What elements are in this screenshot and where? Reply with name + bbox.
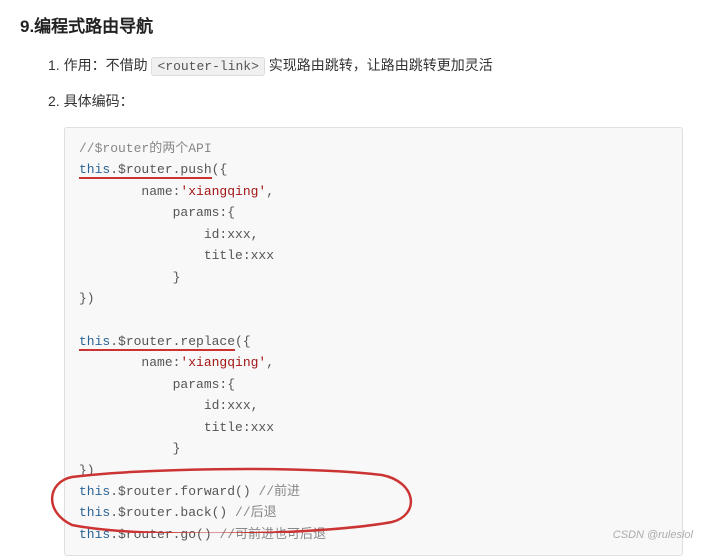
code-text: }: [79, 270, 180, 285]
code-keyword: this: [79, 484, 110, 499]
item1-prefix: 1. 作用：不借助: [48, 57, 151, 73]
code-text: params:{: [79, 377, 235, 392]
code-text: title:xxx: [79, 248, 274, 263]
item1-suffix: 实现路由跳转，让路由跳转更加灵活: [265, 57, 493, 73]
code-comment: //后退: [235, 505, 277, 520]
code-text: .$router.forward(): [110, 484, 258, 499]
code-text: .$router.replace: [110, 334, 235, 349]
watermark: CSDN @ruleslol: [613, 529, 693, 541]
code-text: params:{: [79, 205, 235, 220]
code-string: 'xiangqing': [180, 355, 266, 370]
code-text: name:: [79, 184, 180, 199]
code-text: .$router.go(): [110, 527, 219, 542]
code-text: ({: [235, 334, 251, 349]
code-text: name:: [79, 355, 180, 370]
list-item-2: 2. 具体编码：: [48, 91, 683, 111]
code-string: 'xiangqing': [180, 184, 266, 199]
code-block: //$router的两个API this.$router.push({ name…: [64, 127, 683, 556]
code-comment: //前进: [258, 484, 300, 499]
code-text: title:xxx: [79, 420, 274, 435]
list-item-1: 1. 作用：不借助 <router-link> 实现路由跳转，让路由跳转更加灵活: [48, 55, 683, 75]
code-comment: //可前进也可后退: [219, 527, 326, 542]
code-keyword: this: [79, 162, 110, 177]
inline-code-router-link: <router-link>: [151, 57, 264, 76]
code-comment: //$router的两个API: [79, 141, 212, 156]
code-text: ({: [212, 162, 228, 177]
code-text: id:xxx,: [79, 227, 258, 242]
code-text: }): [79, 291, 95, 306]
code-text: ,: [266, 184, 274, 199]
code-text: .$router.push: [110, 162, 211, 177]
code-text: .$router.back(): [110, 505, 235, 520]
code-text: ,: [266, 355, 274, 370]
code-text: }): [79, 463, 95, 478]
code-keyword: this: [79, 334, 110, 349]
code-text: id:xxx,: [79, 398, 258, 413]
code-keyword: this: [79, 527, 110, 542]
code-keyword: this: [79, 505, 110, 520]
section-heading: 9.编程式路由导航: [20, 12, 683, 37]
code-text: }: [79, 441, 180, 456]
